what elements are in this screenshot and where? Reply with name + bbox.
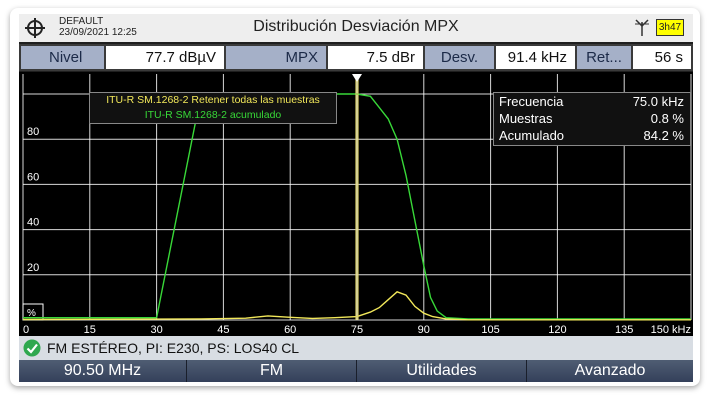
y-tick-label: 80	[27, 126, 39, 138]
x-tick-label: 15	[84, 324, 96, 336]
info-frequency-label: Frecuencia	[499, 94, 564, 109]
page-title: Distribución Desviación MPX	[253, 18, 459, 35]
softkey-fm[interactable]: FM	[187, 360, 357, 382]
device-frame: DEFAULT 23/09/2021 12:25 Distribución De…	[10, 8, 700, 386]
x-tick-label: 150 kHz	[651, 324, 691, 336]
info-samples-value: 0.8 %	[650, 111, 684, 126]
x-tick-label: 60	[284, 324, 296, 336]
x-tick-label: 75	[351, 324, 363, 336]
info-samples-label: Muestras	[499, 111, 553, 126]
check-icon	[23, 339, 41, 357]
x-tick-label: 0	[23, 324, 29, 336]
battery-icon: 3h47	[656, 19, 684, 36]
desv-label[interactable]: Desv.	[425, 46, 494, 69]
chart-legend: ITU-R SM.1268-2 Retener todas las muestr…	[89, 92, 337, 124]
legend-accum: ITU-R SM.1268-2 acumulado	[144, 109, 282, 121]
desv-value: 91.4 kHz	[496, 46, 575, 69]
softkey-avanzado[interactable]: Avanzado	[527, 360, 693, 382]
info-accum-label: Acumulado	[499, 128, 565, 143]
nivel-value: 77.7 dBµV	[106, 46, 224, 69]
status-text: FM ESTÉREO, PI: E230, PS: LOS40 CL	[47, 340, 300, 356]
info-frequency-row: Frecuencia 75.0 kHz	[494, 93, 690, 110]
marker-info-box: Frecuencia 75.0 kHz Muestras 0.8 % Acumu…	[493, 92, 691, 146]
x-tick-label: 120	[548, 324, 566, 336]
ret-value: 56 s	[633, 46, 691, 69]
softkey-frequency[interactable]: 90.50 MHz	[19, 360, 187, 382]
softkey-bar: 90.50 MHz FM Utilidades Avanzado	[19, 360, 693, 382]
info-accum-value: 84.2 %	[643, 128, 684, 143]
x-tick-label: 90	[418, 324, 430, 336]
legend-hold: ITU-R SM.1268-2 Retener todas las muestr…	[106, 94, 320, 106]
info-samples-row: Muestras 0.8 %	[494, 110, 690, 127]
title-bar: DEFAULT 23/09/2021 12:25 Distribución De…	[19, 14, 693, 42]
x-tick-label: 135	[615, 324, 633, 336]
analyzer-screen: DEFAULT 23/09/2021 12:25 Distribución De…	[19, 14, 693, 382]
antenna-icon	[635, 19, 649, 36]
mpx-label[interactable]: MPX	[226, 46, 326, 69]
status-bar: FM ESTÉREO, PI: E230, PS: LOS40 CL	[19, 336, 693, 360]
info-accum-row: Acumulado 84.2 %	[494, 127, 690, 144]
softkey-utilidades[interactable]: Utilidades	[357, 360, 527, 382]
nivel-label[interactable]: Nivel	[21, 46, 104, 69]
x-tick-label: 105	[481, 324, 499, 336]
y-tick-label: 20	[27, 262, 39, 274]
measurement-bar: Nivel 77.7 dBµV MPX 7.5 dBr Desv. 91.4 k…	[19, 44, 693, 71]
info-frequency-value: 75.0 kHz	[632, 94, 684, 109]
y-tick-label: 40	[27, 217, 39, 229]
x-tick-label: 30	[150, 324, 162, 336]
histogram-plot[interactable]: 80 60 40 20% 0 15 30 45 60 75 90 105 120 135 150 kHz I…	[19, 72, 693, 336]
ret-label[interactable]: Ret...	[577, 46, 631, 69]
x-tick-label: 45	[217, 324, 229, 336]
y-tick-label: 60	[27, 171, 39, 183]
mpx-value: 7.5 dBr	[328, 46, 423, 69]
